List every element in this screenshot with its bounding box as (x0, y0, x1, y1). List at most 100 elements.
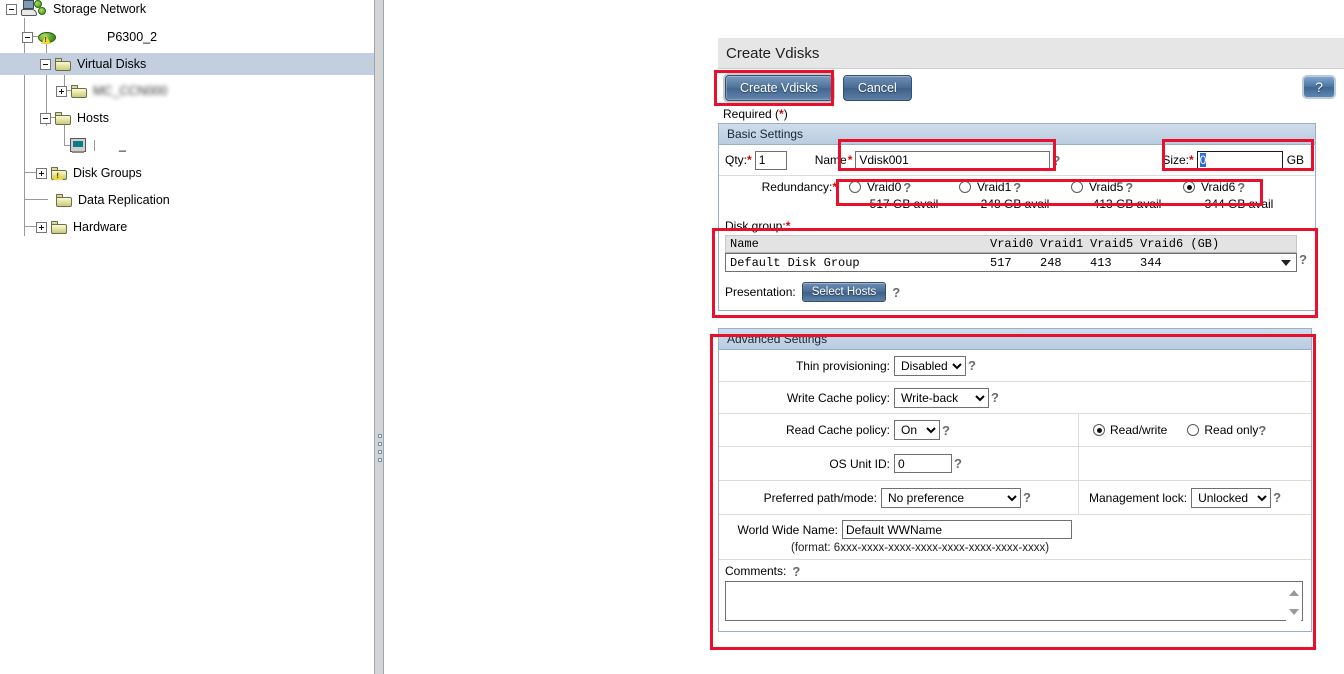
tree-collapse-icon[interactable] (22, 31, 33, 43)
comments-help-icon[interactable]: ? (792, 565, 800, 578)
create-vdisks-dialog: Create Vdisks Create Vdisks Cancel ? Req… (710, 38, 1344, 650)
sidebar-item-disk-groups[interactable]: Disk Groups (0, 162, 374, 184)
tree-item-label: P6300_2 (107, 30, 158, 44)
radio-vraid5[interactable] (1071, 181, 1083, 193)
tree-expand-icon[interactable] (36, 221, 47, 233)
required-note-prefix: Required ( (723, 107, 780, 121)
radio-vraid6[interactable] (1183, 181, 1195, 193)
write-cache-help-icon[interactable]: ? (991, 391, 999, 404)
management-lock-select[interactable]: Unlocked (1191, 487, 1272, 508)
radio-read-only[interactable] (1187, 424, 1200, 436)
help-icon[interactable]: ? (1302, 75, 1336, 99)
comments-scrollbar[interactable] (1286, 583, 1301, 621)
create-vdisks-button[interactable]: Create Vdisks (725, 75, 833, 101)
disk-group-table-header: Name Vraid0 Vraid1 Vraid5 Vraid6 (GB) (725, 235, 1298, 253)
access-option-label: Read/write (1110, 423, 1168, 437)
splitter-grip-dot (378, 458, 382, 462)
tree-collapse-icon[interactable] (40, 112, 51, 124)
redundancy-option-vraid1[interactable]: Vraid1 ? (959, 180, 1071, 194)
name-input[interactable] (855, 150, 1051, 170)
os-unit-label: OS Unit ID: (829, 456, 890, 471)
vraid1-help-icon[interactable]: ? (1013, 181, 1021, 194)
disk-group-select[interactable]: Default Disk Group 517 248 413 344 (725, 253, 1298, 272)
column-header-vraid6: Vraid6 (GB) (1140, 237, 1220, 251)
preferred-path-select[interactable]: No preference (881, 487, 1021, 508)
tree-item-label: Data Replication (78, 193, 170, 207)
splitter-grip-dot (378, 442, 382, 446)
avail-vraid0: 517 GB avail (869, 197, 939, 211)
sidebar-item-virtual-disks[interactable]: Virtual Disks (0, 53, 374, 75)
tree-item-label: Storage Network (53, 2, 147, 16)
redundancy-option-label: Vraid0 (867, 180, 902, 194)
management-lock-help-icon[interactable]: ? (1273, 491, 1281, 504)
tree-item-label: MC_CCN000 (93, 84, 168, 98)
world-wide-name-format-hint: (format: 6xxx-xxxx-xxxx-xxxx-xxxx-xxxx-x… (791, 542, 1050, 554)
tree-collapse-icon[interactable] (6, 3, 17, 15)
sidebar-item-p6300-2[interactable]: P6300_2 (0, 26, 374, 48)
comments-textarea[interactable] (725, 581, 1303, 621)
thin-provisioning-help-icon[interactable]: ? (968, 359, 976, 372)
thin-provisioning-select[interactable]: Disabled (894, 355, 966, 376)
storage-network-icon (21, 0, 47, 18)
preferred-path-help-icon[interactable]: ? (1023, 491, 1031, 504)
sidebar-item-hardware[interactable]: Hardware (0, 216, 374, 238)
write-cache-select[interactable]: Write-back (894, 387, 989, 408)
qty-input[interactable] (754, 150, 787, 170)
read-cache-select[interactable]: On (894, 420, 940, 440)
sidebar-item-data-replication[interactable]: Data Replication (0, 189, 374, 211)
size-input[interactable]: 0 (1196, 150, 1283, 170)
world-wide-name-row: World Wide Name: (format: 6xxx-xxxx-xxxx… (719, 515, 1311, 560)
presentation-help-icon[interactable]: ? (892, 286, 900, 299)
read-cache-help-icon[interactable]: ? (942, 424, 950, 437)
sidebar-item-hosts[interactable]: Hosts (0, 107, 374, 129)
sidebar-item-host-entry[interactable]: _ (0, 134, 374, 156)
radio-read-write[interactable] (1093, 424, 1105, 436)
disk-group-help-icon[interactable]: ? (1299, 253, 1307, 266)
cancel-button[interactable]: Cancel (842, 75, 912, 101)
preferred-path-label: Preferred path/mode: (763, 490, 877, 505)
comments-section: Comments: ? (719, 560, 1311, 631)
presentation-label: Presentation: (725, 285, 796, 299)
redundancy-option-vraid5[interactable]: Vraid5 ? (1071, 180, 1183, 194)
vraid5-help-icon[interactable]: ? (1125, 181, 1133, 194)
access-option-read-write[interactable]: Read/write (1093, 423, 1167, 437)
redundancy-label: Redundancy:* (761, 180, 837, 194)
redundancy-option-vraid6[interactable]: Vraid6 ? (1183, 180, 1247, 194)
world-wide-name-input[interactable] (842, 520, 1072, 539)
tree-expand-icon[interactable] (36, 167, 47, 179)
access-mode-group: Read/write Read only ? (1079, 414, 1311, 446)
access-mode-help-icon[interactable]: ? (1258, 424, 1266, 437)
chevron-down-icon[interactable] (1288, 608, 1299, 615)
read-cache-row: Read Cache policy: On ? Read/write Read … (719, 414, 1311, 447)
select-hosts-button[interactable]: Select Hosts (801, 282, 887, 302)
cell-vraid1: 248 (1040, 255, 1062, 270)
vraid6-help-icon[interactable]: ? (1237, 181, 1245, 194)
thin-provisioning-label: Thin provisioning: (795, 358, 890, 373)
os-unit-left: OS Unit ID: ? (719, 447, 1079, 480)
basic-settings-panel: Basic Settings Qty:* Name * ? Size:* 0 G… (718, 123, 1316, 311)
tree-collapse-icon[interactable] (40, 58, 51, 70)
chevron-down-icon[interactable] (1281, 259, 1292, 266)
redundancy-option-vraid0[interactable]: Vraid0 ? (849, 180, 959, 194)
host-icon (70, 138, 86, 153)
tree-expand-icon[interactable] (56, 85, 67, 97)
column-header-vraid1: Vraid1 (1040, 237, 1084, 251)
sidebar-item-storage-network[interactable]: Storage Network (0, 0, 374, 20)
os-unit-input[interactable] (894, 454, 952, 473)
radio-vraid1[interactable] (959, 181, 971, 193)
folder-icon (51, 220, 67, 234)
sidebar-item-vdisk-folder[interactable]: MC_CCN000 (0, 80, 374, 102)
avail-vraid5: 413 GB avail (1092, 197, 1162, 211)
radio-vraid0[interactable] (849, 181, 861, 193)
os-unit-right-empty (1079, 447, 1311, 480)
name-help-icon[interactable]: ? (1052, 154, 1060, 167)
os-unit-help-icon[interactable]: ? (954, 457, 962, 470)
panel-splitter[interactable] (374, 0, 384, 674)
avail-vraid1: 248 GB avail (980, 197, 1050, 211)
access-option-read-only[interactable]: Read only (1187, 423, 1258, 437)
name-label: Name (814, 153, 847, 167)
redundancy-row: Redundancy:* Vraid0 ? Vraid1 ? Vraid5 ? … (719, 176, 1315, 217)
basic-settings-header: Basic Settings (719, 124, 1315, 145)
chevron-up-icon[interactable] (1288, 589, 1299, 596)
vraid0-help-icon[interactable]: ? (903, 181, 911, 194)
